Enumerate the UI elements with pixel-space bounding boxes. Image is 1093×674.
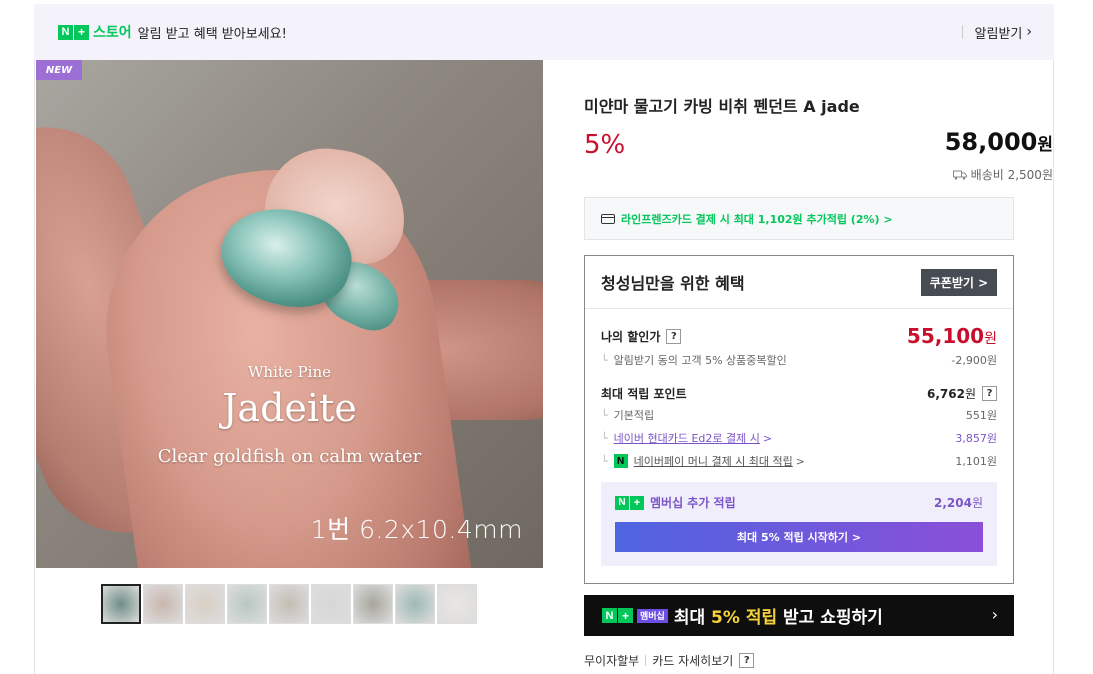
thumbnail-9[interactable]	[437, 584, 477, 624]
price-unit: 원	[1037, 135, 1053, 155]
thumbnail-1[interactable]	[101, 584, 141, 624]
plus-icon: +	[74, 24, 89, 40]
discount-rate: 5%	[584, 130, 626, 160]
naver-n-icon: N	[602, 608, 617, 623]
my-price-value: 55,100	[906, 324, 985, 348]
membership-value-num: 2,204	[933, 496, 972, 510]
photo-caption-line3: Clear goldfish on calm water	[157, 446, 422, 467]
help-icon[interactable]: ?	[666, 328, 682, 344]
membership-box: N + 멤버십 추가 적립 2,204원 최대 5% 적립 시작하기 >	[601, 482, 997, 566]
divider	[961, 25, 963, 39]
basic-points-label-wrap: └ 기본적립	[601, 409, 655, 422]
my-price-label: 나의 할인가	[601, 329, 661, 344]
card-icon	[601, 213, 615, 224]
alarm-message: 알림 받고 혜택 받아보세요!	[137, 26, 287, 42]
thumbnail-6[interactable]	[311, 584, 351, 624]
payment-links: 무이자할부 카드 자세히보기 ?	[584, 652, 755, 669]
card-points-label-wrap: └ 네이버 현대카드 Ed2로 결제 시 >	[601, 432, 773, 445]
points-label: 최대 적립 포인트	[601, 387, 687, 401]
product-title: 미얀마 물고기 카빙 비취 펜던트 A jade	[584, 97, 860, 116]
naver-n-icon: N	[58, 24, 73, 40]
product-price: 58,000원	[945, 128, 1053, 156]
card-promo-text: 라인프렌즈카드 결제 시 최대 1,102원 추가적립 (2%) >	[621, 212, 893, 226]
alarm-banner: N + 스토어 알림 받고 혜택 받아보세요! 알림받기 ›	[34, 4, 1054, 60]
membership-start-button[interactable]: 최대 5% 적립 시작하기 >	[615, 522, 983, 552]
price-value: 58,000	[944, 128, 1038, 156]
discount-note: 알림받기 동의 고객 5% 상품중복할인	[613, 354, 787, 367]
discount-note-row: └ 알림받기 동의 고객 5% 상품중복할인 -2,900원	[601, 352, 997, 368]
thumbnail-3[interactable]	[185, 584, 225, 624]
truck-icon	[952, 170, 967, 180]
thumbnail-4[interactable]	[227, 584, 267, 624]
product-main-image[interactable]: White Pine Jadeite Clear goldfish on cal…	[36, 60, 543, 568]
shipping-fee: 배송비 2,500원	[952, 166, 1053, 183]
pay-points-value: 1,101원	[955, 455, 997, 468]
thumbnail-8[interactable]	[395, 584, 435, 624]
discount-note-wrap: └ 알림받기 동의 고객 5% 상품중복할인	[601, 354, 787, 367]
chevron-right-icon: ›	[1026, 24, 1032, 40]
points-row: 최대 적립 포인트 6,762 원?	[601, 385, 997, 402]
benefit-panel: 청성님만을 위한 혜택 쿠폰받기 > 나의 할인가? 55,100원 └ 알림받기…	[584, 255, 1014, 584]
coupon-button[interactable]: 쿠폰받기 >	[921, 269, 997, 296]
help-icon[interactable]: ?	[982, 386, 997, 401]
membership-badge: 멤버십	[637, 608, 668, 623]
my-price-row: 나의 할인가? 55,100원	[601, 324, 997, 348]
thumbnail-5[interactable]	[269, 584, 309, 624]
my-price: 55,100원	[907, 324, 997, 348]
points-unit: 원	[964, 387, 976, 401]
basic-points-label: 기본적립	[613, 409, 655, 422]
points-value: 6,762	[926, 386, 965, 401]
basic-points-value: 551원	[965, 409, 997, 422]
alarm-subscribe-label: 알림받기	[974, 26, 1023, 42]
my-price-label-wrap: 나의 할인가?	[601, 328, 682, 345]
thumbnail-2[interactable]	[143, 584, 183, 624]
pay-points-row: └ N 네이버페이 머니 결제 시 최대 적립 > 1,101원	[601, 453, 997, 469]
photo-caption-line1: White Pine	[248, 363, 331, 381]
membership-value: 2,204원	[934, 494, 983, 511]
card-detail-link[interactable]: 카드 자세히보기	[652, 652, 733, 669]
discount-amount: -2,900원	[951, 354, 997, 367]
banner-text: 최대 5% 적립 받고 쇼핑하기	[674, 603, 883, 628]
points-value-wrap: 6,762 원?	[927, 385, 997, 402]
membership-banner[interactable]: N + 멤버십 최대 5% 적립 받고 쇼핑하기 ›	[584, 595, 1014, 636]
new-badge: NEW	[36, 60, 82, 80]
thumbnail-strip	[101, 584, 477, 624]
plus-icon: +	[630, 495, 644, 510]
banner-text-highlight: 5% 적립	[711, 608, 778, 628]
pay-points-label-wrap: └ N 네이버페이 머니 결제 시 최대 적립 >	[601, 453, 806, 469]
card-promo-link[interactable]: 라인프렌즈카드 결제 시 최대 1,102원 추가적립 (2%) >	[584, 197, 1014, 240]
card-points-link[interactable]: 네이버 현대카드 Ed2로 결제 시	[614, 432, 760, 445]
basic-points-row: └ 기본적립 551원	[601, 407, 997, 423]
naver-n-icon: N	[615, 495, 629, 510]
membership-label-wrap: N + 멤버십 추가 적립	[615, 494, 736, 511]
photo-size-text: 1번 6.2x10.4mm	[310, 515, 523, 544]
alarm-subscribe-link[interactable]: 알림받기 ›	[961, 4, 1032, 60]
card-points-row: └ 네이버 현대카드 Ed2로 결제 시 > 3,857원	[601, 430, 997, 446]
membership-label: 멤버십 추가 적립	[650, 496, 736, 510]
help-icon[interactable]: ?	[739, 653, 755, 668]
pay-points-link[interactable]: 네이버페이 머니 결제 시 최대 적립	[634, 453, 793, 469]
banner-text-pre: 최대	[673, 608, 712, 628]
photo-caption-title: Jadeite	[222, 386, 357, 430]
membership-value-unit: 원	[971, 496, 983, 510]
benefit-heading: 청성님만을 위한 혜택	[601, 274, 745, 293]
naver-pay-icon: N	[613, 454, 628, 468]
card-points-value: 3,857원	[955, 432, 997, 445]
chevron-right-icon: ›	[991, 605, 998, 624]
my-price-unit: 원	[984, 331, 997, 347]
plus-icon: +	[618, 608, 633, 623]
installment-link[interactable]: 무이자할부	[584, 652, 639, 669]
chevron-right-icon: >	[762, 432, 773, 445]
divider	[585, 308, 1013, 309]
thumbnail-7[interactable]	[353, 584, 393, 624]
divider	[645, 655, 647, 666]
chevron-right-icon: >	[795, 454, 806, 468]
shipping-fee-text: 배송비 2,500원	[970, 168, 1053, 182]
store-label: 스토어	[93, 25, 132, 41]
banner-text-post: 받고 쇼핑하기	[777, 608, 883, 628]
